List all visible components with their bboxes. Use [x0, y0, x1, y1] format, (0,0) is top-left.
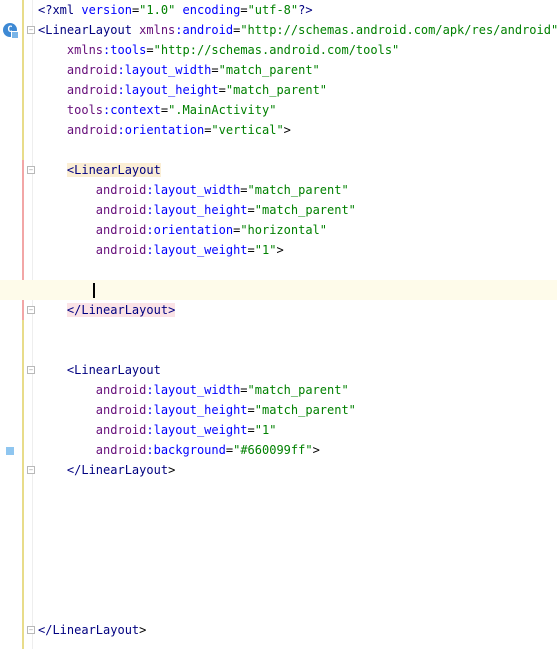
fold-end-icon[interactable]: − — [27, 626, 35, 634]
editor-gutter: C − − − − − − — [0, 0, 35, 649]
code-line[interactable] — [38, 500, 557, 520]
code-line[interactable]: android:layout_width="match_parent" — [38, 380, 557, 400]
fold-end-icon[interactable]: − — [27, 306, 35, 314]
fold-toggle-icon[interactable]: − — [27, 26, 35, 34]
text-caret — [93, 283, 95, 298]
activity-icon[interactable]: C — [3, 23, 19, 39]
code-line[interactable]: <LinearLayout xmlns:android="http://sche… — [38, 20, 557, 40]
change-marker-modified[interactable] — [22, 0, 24, 160]
code-line[interactable] — [38, 540, 557, 560]
fold-toggle-icon[interactable]: − — [27, 366, 35, 374]
code-line[interactable]: tools:context=".MainActivity" — [38, 100, 557, 120]
code-line[interactable]: android:layout_height="match_parent" — [38, 400, 557, 420]
color-swatch-icon[interactable] — [6, 447, 14, 455]
code-line[interactable]: xmlns:tools="http://schemas.android.com/… — [38, 40, 557, 60]
code-line[interactable]: android:layout_weight="1" — [38, 420, 557, 440]
code-line[interactable] — [38, 480, 557, 500]
code-line[interactable]: android:layout_width="match_parent" — [38, 180, 557, 200]
code-line[interactable]: android:layout_height="match_parent" — [38, 80, 557, 100]
code-line[interactable] — [38, 140, 557, 160]
code-line[interactable]: </LinearLayout> — [38, 460, 557, 480]
fold-end-icon[interactable]: − — [27, 466, 35, 474]
code-line[interactable]: android:layout_weight="1"> — [38, 240, 557, 260]
code-line[interactable]: </LinearLayout> — [38, 300, 557, 320]
code-line[interactable] — [38, 320, 557, 340]
code-line[interactable]: android:background="#660099ff"> — [38, 440, 557, 460]
fold-toggle-icon[interactable]: − — [27, 166, 35, 174]
code-line[interactable] — [0, 280, 557, 300]
change-marker-modified[interactable] — [22, 320, 24, 649]
code-line[interactable]: </LinearLayout> — [38, 620, 557, 640]
code-line[interactable] — [38, 600, 557, 620]
code-line[interactable] — [38, 520, 557, 540]
code-line[interactable]: android:layout_height="match_parent" — [38, 200, 557, 220]
code-line[interactable]: <?xml version="1.0" encoding="utf-8"?> — [38, 0, 557, 20]
code-line[interactable]: android:orientation="horizontal" — [38, 220, 557, 240]
code-line[interactable]: android:orientation="vertical"> — [38, 120, 557, 140]
code-line[interactable]: android:layout_width="match_parent" — [38, 60, 557, 80]
code-line[interactable]: <LinearLayout — [38, 360, 557, 380]
code-line[interactable] — [38, 580, 557, 600]
code-line[interactable] — [38, 340, 557, 360]
code-line[interactable] — [38, 560, 557, 580]
code-line[interactable] — [38, 260, 557, 280]
code-line[interactable]: <LinearLayout — [38, 160, 557, 180]
